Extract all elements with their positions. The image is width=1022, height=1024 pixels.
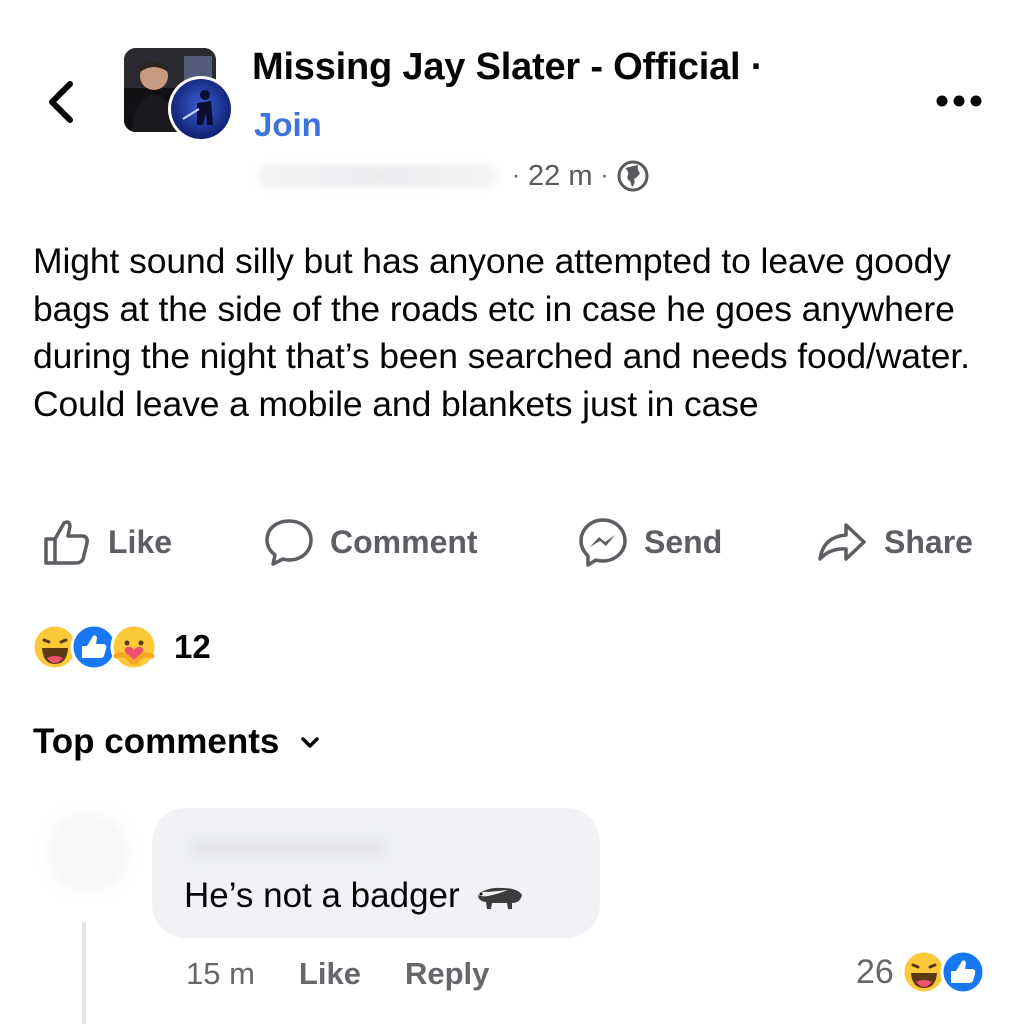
- comment-sort-dropdown[interactable]: Top comments: [33, 722, 327, 762]
- comment-text: He’s not a badger: [184, 876, 460, 915]
- comment-sort-label: Top comments: [33, 722, 280, 761]
- commenter-avatar[interactable]: [48, 812, 128, 892]
- share-button[interactable]: Share: [814, 512, 973, 572]
- group-avatar[interactable]: [124, 48, 234, 144]
- haha-icon: [31, 623, 79, 671]
- group-profile-picture: [168, 76, 234, 142]
- comment-reaction-count: 26: [856, 952, 894, 991]
- post-time[interactable]: 22 m: [528, 160, 592, 193]
- care-icon: [110, 623, 158, 671]
- back-button[interactable]: [40, 78, 84, 126]
- share-label: Share: [884, 523, 973, 560]
- comment-reaction-icons: [901, 949, 986, 995]
- post-meta: · 22 m ·: [258, 156, 650, 196]
- more-options-button[interactable]: [936, 88, 982, 114]
- comment-text-row: He’s not a badger: [184, 876, 526, 916]
- separator-dot: ·: [600, 162, 609, 189]
- comment-label: Comment: [330, 523, 478, 560]
- reaction-count: 12: [174, 628, 211, 665]
- like-label: Like: [108, 523, 173, 560]
- group-name[interactable]: Missing Jay Slater - Official ·: [252, 46, 763, 89]
- chevron-down-icon: [301, 737, 320, 748]
- comment-bubble[interactable]: He’s not a badger: [152, 808, 600, 938]
- comment-reply-button[interactable]: Reply: [405, 956, 489, 992]
- separator-dot: ·: [512, 162, 520, 189]
- more-horizontal-icon: [936, 95, 982, 107]
- comment-meta: 15 m Like Reply: [186, 950, 533, 998]
- badger-emoji-icon: [477, 887, 522, 909]
- post-body: Might sound silly but has anyone attempt…: [33, 241, 970, 424]
- author-name-redacted: [258, 165, 498, 187]
- like-reaction-icon: [70, 623, 118, 671]
- reaction-icons: [31, 623, 158, 671]
- send-label: Send: [644, 523, 723, 560]
- reactions-summary[interactable]: 12: [30, 622, 211, 672]
- globe-icon: [617, 160, 649, 192]
- thumbs-up-icon: [44, 520, 89, 565]
- share-icon: [818, 523, 866, 561]
- comment-like-button[interactable]: Like: [299, 956, 361, 992]
- commenter-name-redacted: [188, 838, 388, 858]
- comment-button[interactable]: Comment: [262, 512, 478, 572]
- messenger-icon: [579, 518, 627, 567]
- like-button[interactable]: Like: [40, 512, 172, 572]
- haha-icon: [901, 949, 947, 995]
- post-actions-bar: Like Comment Send Share: [40, 512, 1000, 572]
- chevron-left-icon: [49, 81, 73, 123]
- comment-icon: [265, 519, 313, 566]
- join-button[interactable]: Join: [254, 106, 322, 140]
- comment-time: 15 m: [186, 956, 255, 991]
- like-reaction-icon: [940, 949, 986, 995]
- send-button[interactable]: Send: [576, 512, 722, 572]
- comment-reactions[interactable]: 26: [856, 944, 990, 1000]
- thread-line: [82, 922, 86, 1024]
